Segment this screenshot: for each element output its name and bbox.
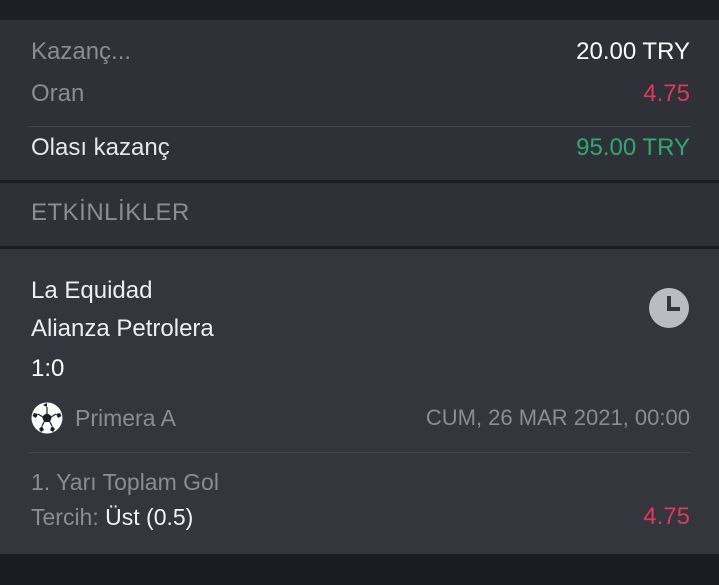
- selection-value: Üst (0.5): [105, 503, 194, 530]
- odds-label: Oran: [31, 80, 85, 107]
- home-team: La Equidad: [31, 277, 153, 304]
- events-section-title: ETKİNLİKLER: [31, 199, 190, 226]
- soccer-ball-icon: [31, 402, 63, 434]
- summary-divider: [29, 126, 690, 127]
- event-datetime: CUM, 26 MAR 2021, 00:00: [425, 405, 690, 430]
- selection-odds: 4.75: [643, 503, 690, 530]
- odds-value: 4.75: [643, 80, 690, 107]
- stake-row: Kazanç... 20.00 TRY: [31, 38, 690, 66]
- league-name: Primera A: [75, 404, 176, 431]
- selection-label: Tercih:: [31, 503, 99, 530]
- selection-row: Tercih: Üst (0.5) 4.75: [31, 503, 690, 531]
- event-card[interactable]: La Equidad Alianza Petrolera 1:0 Primera…: [0, 249, 719, 554]
- events-section-header: ETKİNLİKLER: [0, 183, 719, 246]
- stake-value: 20.00 TRY: [576, 38, 690, 65]
- league-row: Primera A CUM, 26 MAR 2021, 00:00: [31, 401, 690, 435]
- bottom-bar: [0, 554, 719, 585]
- stake-label: Kazanç...: [31, 38, 132, 65]
- away-team: Alianza Petrolera: [31, 315, 214, 342]
- odds-row: Oran 4.75: [31, 80, 690, 108]
- top-strip: [0, 0, 719, 20]
- match-score: 1:0: [31, 355, 65, 382]
- market-name: 1. Yarı Toplam Gol: [31, 469, 219, 495]
- clock-icon: [649, 288, 689, 328]
- bet-summary-panel: Kazanç... 20.00 TRY Oran 4.75 Olası kaza…: [0, 20, 719, 180]
- potential-win-value: 95.00 TRY: [576, 134, 690, 161]
- potential-win-row: Olası kazanç 95.00 TRY: [31, 134, 690, 162]
- potential-win-label: Olası kazanç: [31, 134, 170, 161]
- event-divider: [29, 452, 690, 453]
